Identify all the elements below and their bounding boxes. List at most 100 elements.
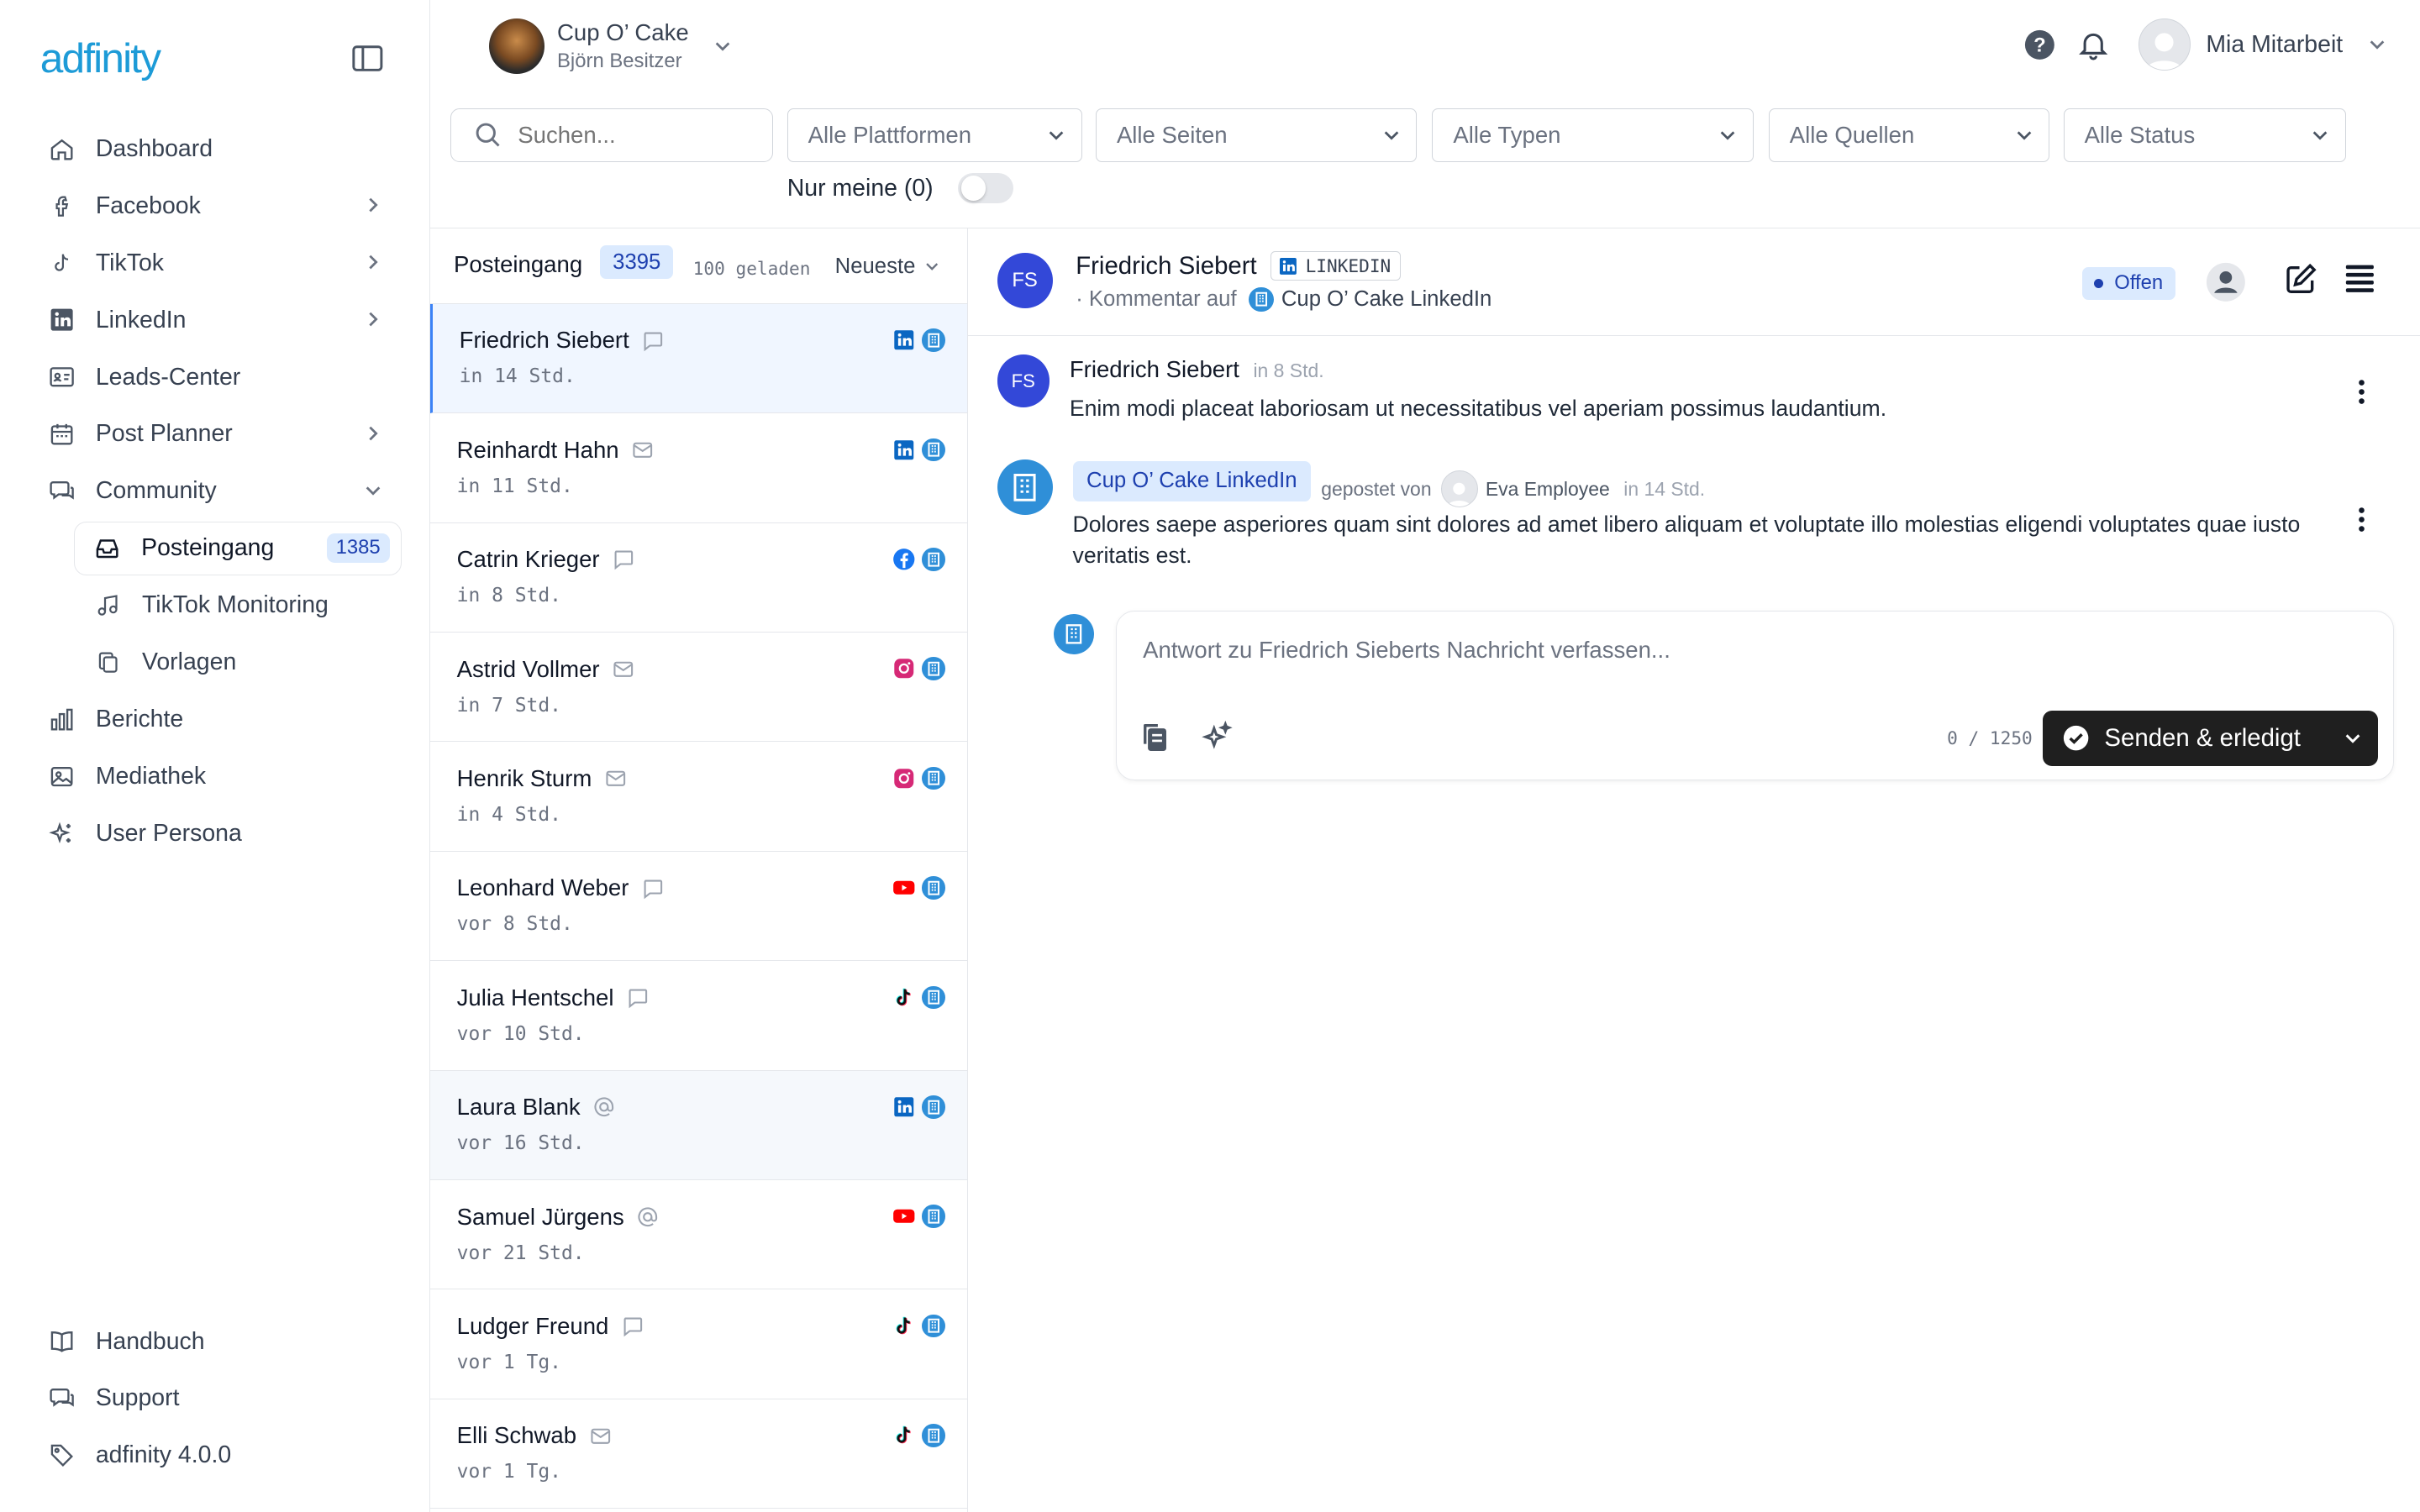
edit-button[interactable] (2284, 262, 2321, 299)
platform-pill: LINKEDIN (1270, 251, 1402, 281)
chevron-down-icon[interactable] (2344, 729, 2362, 748)
row-contact-name: Astrid Vollmer (456, 655, 600, 682)
row-time: in 4 Std. (456, 803, 561, 826)
nav-post-planner[interactable]: Post Planner (31, 406, 402, 463)
sort-dropdown[interactable]: Neueste (835, 255, 940, 279)
user-avatar[interactable] (2138, 18, 2191, 71)
row-source-icons (892, 1424, 945, 1447)
row-contact-name: Julia Hentschel (456, 984, 614, 1011)
chevron-down-icon (926, 263, 939, 271)
home-icon (48, 135, 76, 163)
inbox-row[interactable]: Friedrich Siebert in 14 Std. (430, 303, 967, 414)
row-name-line: Catrin Krieger (457, 546, 635, 573)
author-avatar (1440, 470, 1478, 508)
more-vertical-icon[interactable] (2357, 378, 2366, 406)
chevron-right-icon (369, 255, 379, 270)
bell-icon[interactable] (2076, 28, 2110, 61)
building-icon (922, 328, 945, 352)
inbox-row[interactable]: Samuel Jürgens vor 21 Std. (430, 1180, 967, 1290)
building-icon (997, 459, 1053, 516)
id-card-icon (48, 364, 76, 391)
inbox-row[interactable]: Henrik Sturm in 4 Std. (430, 742, 967, 852)
top-bar: Cup O’ Cake Björn Besitzer ? Mia Mitarbe… (430, 0, 2420, 96)
nav-posteingang[interactable]: Posteingang 1385 (74, 521, 402, 576)
inbox-row[interactable]: Leonhard Weber vor 8 Std. (430, 852, 967, 962)
nav-handbuch[interactable]: Handbuch (31, 1313, 402, 1370)
nav-label: Handbuch (95, 1327, 205, 1355)
nav-label: LinkedIn (95, 306, 187, 333)
nav-facebook[interactable]: Facebook (31, 177, 402, 234)
comment-icon (612, 548, 635, 571)
nav-vorlagen[interactable]: Vorlagen (31, 634, 402, 691)
tag-icon (48, 1441, 76, 1469)
inbox-row[interactable]: Astrid Vollmer in 7 Std. (430, 633, 967, 743)
inbox-list: Posteingang 3395 100 geladen Neueste Fri… (430, 228, 968, 1512)
inbox-row[interactable]: Laura Blank vor 16 Std. (430, 1070, 967, 1181)
nav-mediathek[interactable]: Mediathek (31, 748, 402, 806)
user-name[interactable]: Mia Mitarbeit (2206, 31, 2343, 59)
status-filter[interactable]: Alle Status (2063, 108, 2346, 162)
source-filter-value: Alle Quellen (1789, 121, 1915, 148)
nav-tiktok[interactable]: TikTok (31, 234, 402, 291)
nav-tiktok-monitoring[interactable]: TikTok Monitoring (31, 577, 402, 634)
chevron-down-icon (1384, 131, 1399, 140)
send-and-done-button[interactable]: Senden & erledigt (2042, 710, 2378, 766)
inbox-row[interactable]: Catrin Krieger in 8 Std. (430, 523, 967, 633)
type-filter[interactable]: Alle Typen (1432, 108, 1754, 162)
source-filter[interactable]: Alle Quellen (1768, 108, 2050, 162)
status-badge[interactable]: Offen (2081, 266, 2175, 300)
nav-version[interactable]: adfinity 4.0.0 (31, 1427, 402, 1484)
help-icon[interactable]: ? (2024, 29, 2055, 60)
row-source-icons (892, 876, 945, 900)
inbox-row[interactable]: Ludger Freund vor 1 Tg. (430, 1289, 967, 1399)
comment-icon (621, 1315, 644, 1338)
linkedin-icon (892, 1095, 916, 1119)
account-switcher[interactable]: Cup O’ Cake Björn Besitzer (489, 18, 732, 75)
page-filter[interactable]: Alle Seiten (1096, 108, 1418, 162)
chevron-down-icon[interactable] (2368, 35, 2386, 54)
reply-textarea[interactable] (1143, 636, 2347, 674)
ai-sparkles-icon[interactable] (1200, 720, 1234, 753)
search-icon (476, 123, 500, 147)
nav-leads-center[interactable]: Leads-Center (31, 349, 402, 406)
inbox-row[interactable]: Reinhardt Hahn in 11 Std. (430, 413, 967, 523)
message-header: Friedrich Siebert in 8 Std. (1070, 356, 1324, 383)
platform-filter[interactable]: Alle Plattformen (786, 108, 1082, 162)
contact-name[interactable]: Friedrich Siebert (1076, 252, 1257, 281)
platform-filter-value: Alle Plattformen (808, 121, 972, 148)
sidebar-toggle-icon[interactable] (352, 45, 383, 72)
app-logo[interactable]: adfinity (40, 34, 161, 82)
context-page-name[interactable]: Cup O’ Cake LinkedIn (1281, 287, 1492, 312)
building-icon (922, 766, 945, 790)
nav-label: TikTok Monitoring (141, 591, 329, 619)
row-contact-name: Samuel Jürgens (456, 1203, 624, 1230)
templates-icon[interactable] (1139, 720, 1173, 753)
search-input[interactable] (518, 121, 750, 149)
post-time: in 14 Std. (1623, 477, 1706, 500)
row-name-line: Julia Hentschel (457, 984, 650, 1011)
nav-user-persona[interactable]: User Persona (31, 806, 402, 863)
building-icon (922, 438, 945, 462)
nav-support[interactable]: Support (31, 1370, 402, 1427)
platform-label: LINKEDIN (1305, 255, 1392, 277)
row-time: in 8 Std. (456, 585, 561, 607)
more-vertical-icon[interactable] (2357, 506, 2366, 533)
row-time: vor 10 Std. (456, 1022, 585, 1045)
assign-user-button[interactable] (2206, 262, 2245, 302)
nav-berichte[interactable]: Berichte (31, 691, 402, 748)
inbox-rows: Friedrich Siebert in 14 Std. Reinhardt Hah… (430, 303, 967, 1509)
inbox-row[interactable]: Julia Hentschel vor 10 Std. (430, 961, 967, 1071)
inbox-row[interactable]: Elli Schwab vor 1 Tg. (430, 1399, 967, 1509)
list-icon (2345, 265, 2374, 293)
nav-community[interactable]: Community (31, 463, 402, 520)
music-icon (94, 591, 122, 619)
nav-dashboard[interactable]: Dashboard (31, 120, 402, 177)
only-mine-switch[interactable] (958, 172, 1014, 204)
book-icon (48, 1328, 76, 1356)
nav-linkedin[interactable]: LinkedIn (31, 291, 402, 349)
post-page-pill[interactable]: Cup O’ Cake LinkedIn (1072, 461, 1312, 501)
nav-label: Facebook (95, 192, 201, 219)
menu-button[interactable] (2344, 262, 2381, 299)
envelope-icon (612, 658, 635, 681)
search-box[interactable] (450, 108, 774, 162)
